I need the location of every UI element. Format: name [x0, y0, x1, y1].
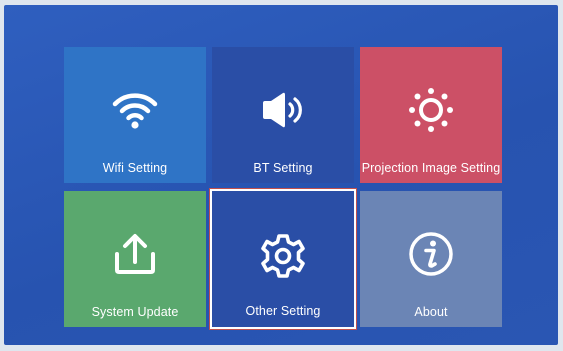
tile-other-setting[interactable]: Other Setting — [209, 188, 357, 330]
tile-bt-setting[interactable]: BT Setting — [212, 47, 354, 183]
tile-wifi-setting[interactable]: Wifi Setting — [64, 47, 206, 183]
info-icon — [360, 229, 502, 279]
speaker-icon — [212, 85, 354, 135]
tile-label: About — [414, 305, 448, 319]
tile-label: BT Setting — [253, 161, 313, 175]
tile-label: Wifi Setting — [102, 161, 168, 175]
tile-about[interactable]: About — [360, 191, 502, 327]
tile-label: System Update — [91, 305, 179, 319]
upload-icon — [64, 229, 206, 279]
gear-icon — [212, 231, 354, 281]
settings-screen: Wifi Setting BT Setting Projection Image… — [4, 5, 558, 345]
wifi-icon — [64, 85, 206, 135]
tile-projection-image-setting[interactable]: Projection Image Setting — [360, 47, 502, 183]
tile-system-update[interactable]: System Update — [64, 191, 206, 327]
brightness-icon — [360, 85, 502, 135]
tile-label: Projection Image Setting — [361, 161, 501, 175]
tile-label: Other Setting — [245, 304, 321, 318]
